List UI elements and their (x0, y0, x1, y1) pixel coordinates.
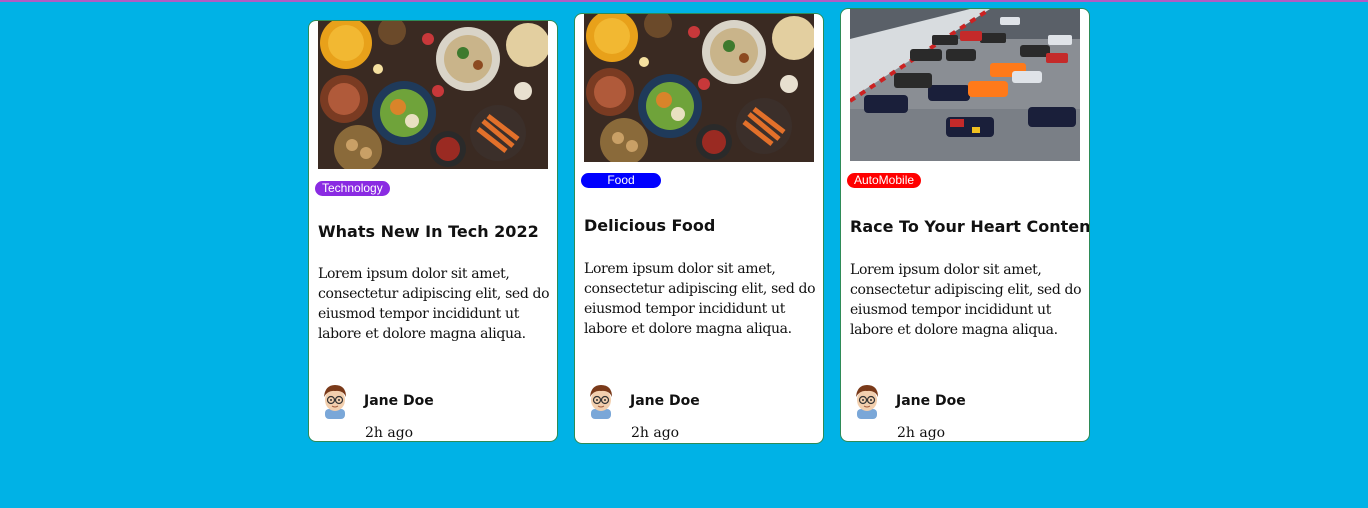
author-name: Jane Doe (630, 393, 700, 409)
category-badge[interactable]: AutoMobile (847, 173, 922, 188)
race-cars-image (850, 9, 1080, 161)
card-title[interactable]: Race To Your Heart Content (850, 217, 1089, 236)
category-badge[interactable]: Technology (315, 181, 390, 196)
author-name: Jane Doe (364, 393, 434, 409)
avatar (585, 381, 617, 419)
card-title[interactable]: Whats New In Tech 2022 (318, 222, 553, 241)
post-time: 2h ago (631, 425, 680, 441)
article-card[interactable]: AutoMobile Race To Your Heart Content Lo… (840, 8, 1090, 442)
post-time: 2h ago (365, 425, 414, 441)
food-image (318, 21, 548, 169)
card-description: Lorem ipsum dolor sit amet, consectetur … (584, 261, 816, 337)
card-description: Lorem ipsum dolor sit amet, consectetur … (850, 262, 1082, 338)
avatar (319, 381, 351, 419)
card-title[interactable]: Delicious Food (584, 216, 819, 235)
author-name: Jane Doe (896, 393, 966, 409)
article-card[interactable]: Technology Whats New In Tech 2022 Lorem … (308, 20, 558, 442)
category-badge[interactable]: Food (581, 173, 661, 188)
article-card[interactable]: Food Delicious Food Lorem ipsum dolor si… (574, 13, 824, 444)
post-time: 2h ago (897, 425, 946, 441)
avatar (851, 381, 883, 419)
card-description: Lorem ipsum dolor sit amet, consectetur … (318, 266, 550, 342)
food-image (584, 14, 814, 162)
